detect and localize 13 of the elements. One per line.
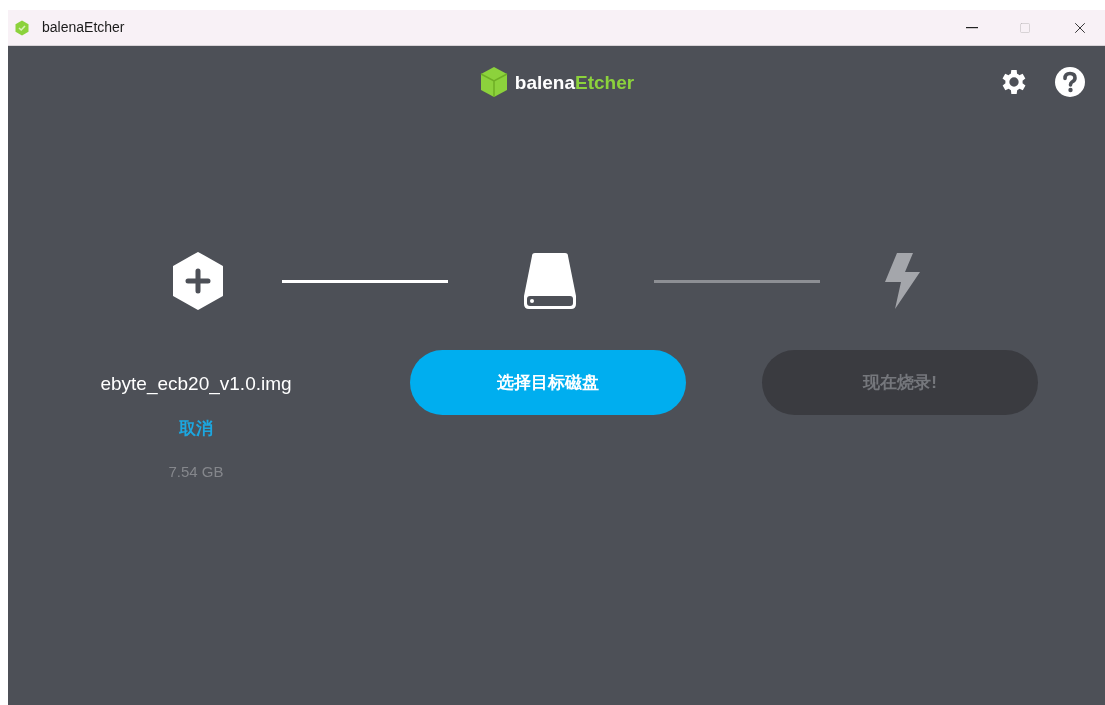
drive-icon[interactable] xyxy=(522,252,578,310)
maximize-icon xyxy=(1019,21,1031,34)
select-target-button[interactable]: 选择目标磁盘 xyxy=(410,350,686,415)
app-icon xyxy=(14,19,30,36)
minimize-icon xyxy=(966,26,978,29)
window-title: balenaEtcher xyxy=(42,18,125,37)
cancel-link[interactable]: 取消 xyxy=(179,417,213,441)
image-filename: ebyte_ecb20_v1.0.img xyxy=(100,372,292,396)
help-button[interactable] xyxy=(1053,65,1087,99)
plus-hexagon-icon[interactable] xyxy=(172,252,224,310)
image-size: 7.54 GB xyxy=(168,462,224,482)
cube-logo-icon xyxy=(478,66,509,98)
brand-name: balenaEtcher xyxy=(514,72,635,92)
